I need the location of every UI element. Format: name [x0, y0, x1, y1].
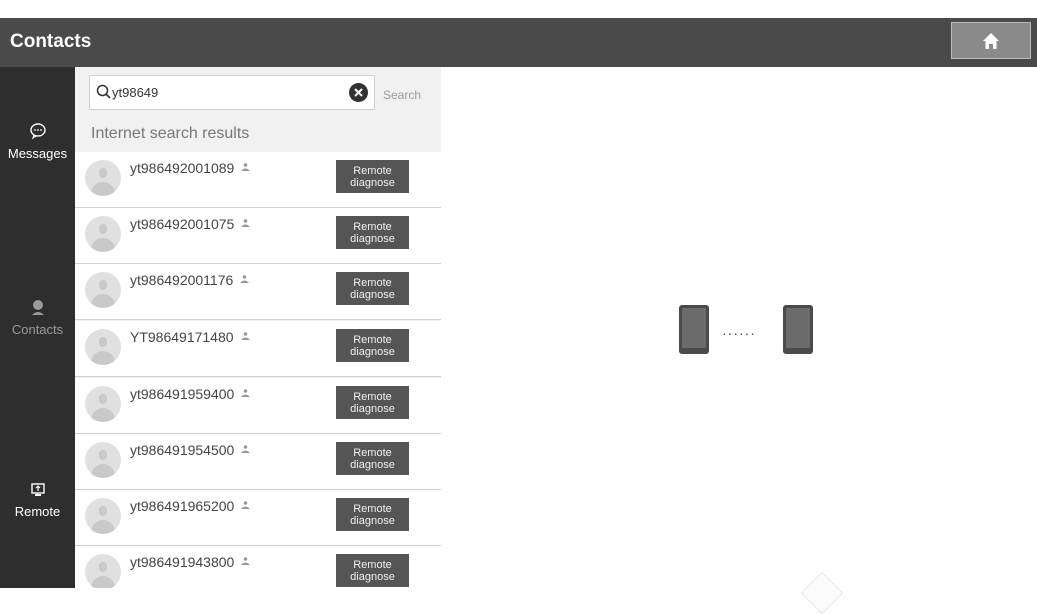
remote-diagnose-button[interactable]: Remote diagnose	[336, 498, 409, 531]
avatar	[85, 216, 121, 252]
clear-search-button[interactable]	[349, 83, 368, 102]
contact-list-panel: Search Internet search results yt9864920…	[75, 67, 441, 588]
avatar	[85, 272, 121, 308]
user-icon	[241, 501, 251, 509]
user-icon	[240, 332, 250, 340]
list-item[interactable]: yt986492001075 Remote diagnose	[75, 208, 441, 264]
search-box	[89, 75, 375, 110]
contact-name: yt986492001176	[130, 272, 250, 288]
user-icon	[241, 445, 251, 453]
contact-name: yt986491959400	[130, 386, 251, 402]
sidebar: Messages Contacts Remote	[0, 67, 75, 588]
page-title: Contacts	[10, 31, 92, 52]
title-bar: Contacts	[0, 18, 1037, 67]
connection-dots: ······	[722, 325, 756, 341]
contact-name: YT98649171480	[130, 329, 251, 345]
remote-diagnose-button[interactable]: Remote diagnose	[336, 216, 409, 249]
contact-name: yt986491965200	[130, 498, 251, 514]
list-item[interactable]: yt986491965200 Remote diagnose	[75, 490, 441, 546]
person-icon	[31, 300, 44, 315]
contact-name: yt986491954500	[130, 442, 251, 458]
home-button[interactable]	[951, 22, 1031, 59]
list-item[interactable]: yt986491954500 Remote diagnose	[75, 434, 441, 490]
close-icon	[354, 88, 363, 97]
watermark-shape	[800, 571, 844, 614]
contact-name: yt986491943800	[130, 554, 251, 570]
sidebar-item-label: Contacts	[11, 322, 64, 337]
home-icon	[983, 32, 999, 49]
avatar	[85, 386, 121, 422]
sidebar-item-remote[interactable]: Remote	[0, 482, 75, 520]
remote-desktop-icon	[30, 483, 45, 496]
sidebar-item-contacts[interactable]: Contacts	[0, 298, 75, 338]
remote-diagnose-button[interactable]: Remote diagnose	[336, 386, 409, 419]
sidebar-item-messages[interactable]: Messages	[0, 122, 75, 162]
search-input[interactable]	[112, 76, 332, 109]
avatar	[85, 498, 121, 534]
list-item[interactable]: YT98649171480 Remote diagnose	[75, 321, 441, 377]
tablet-icon	[679, 305, 709, 354]
remote-diagnose-button[interactable]: Remote diagnose	[336, 442, 409, 475]
message-bubble-icon	[29, 123, 46, 140]
contact-name: yt986492001089	[130, 160, 251, 176]
tablet-icon	[783, 305, 813, 354]
sidebar-item-label: Remote	[14, 504, 61, 519]
user-icon	[241, 389, 251, 397]
user-icon	[240, 275, 250, 283]
list-item[interactable]: yt986492001089 Remote diagnose	[75, 152, 441, 208]
avatar	[85, 554, 121, 588]
remote-diagnose-button[interactable]: Remote diagnose	[336, 160, 409, 193]
list-item[interactable]: yt986492001176 Remote diagnose	[75, 264, 441, 320]
search-button[interactable]: Search	[383, 88, 421, 102]
user-icon	[241, 219, 251, 227]
sidebar-item-label: Messages	[7, 146, 68, 161]
avatar	[85, 442, 121, 478]
remote-diagnose-button[interactable]: Remote diagnose	[336, 329, 409, 362]
search-icon	[96, 84, 111, 99]
remote-diagnose-button[interactable]: Remote diagnose	[336, 554, 409, 587]
user-icon	[241, 163, 251, 171]
device-connection-graphic: ······	[679, 305, 813, 355]
list-item[interactable]: yt986491959400 Remote diagnose	[75, 378, 441, 434]
contact-name: yt986492001075	[130, 216, 251, 232]
results-heading: Internet search results	[91, 125, 250, 142]
avatar	[85, 329, 121, 365]
list-item[interactable]: yt986491943800 Remote diagnose	[75, 546, 441, 588]
avatar	[85, 160, 121, 196]
user-icon	[241, 557, 251, 565]
remote-diagnose-button[interactable]: Remote diagnose	[336, 272, 409, 305]
